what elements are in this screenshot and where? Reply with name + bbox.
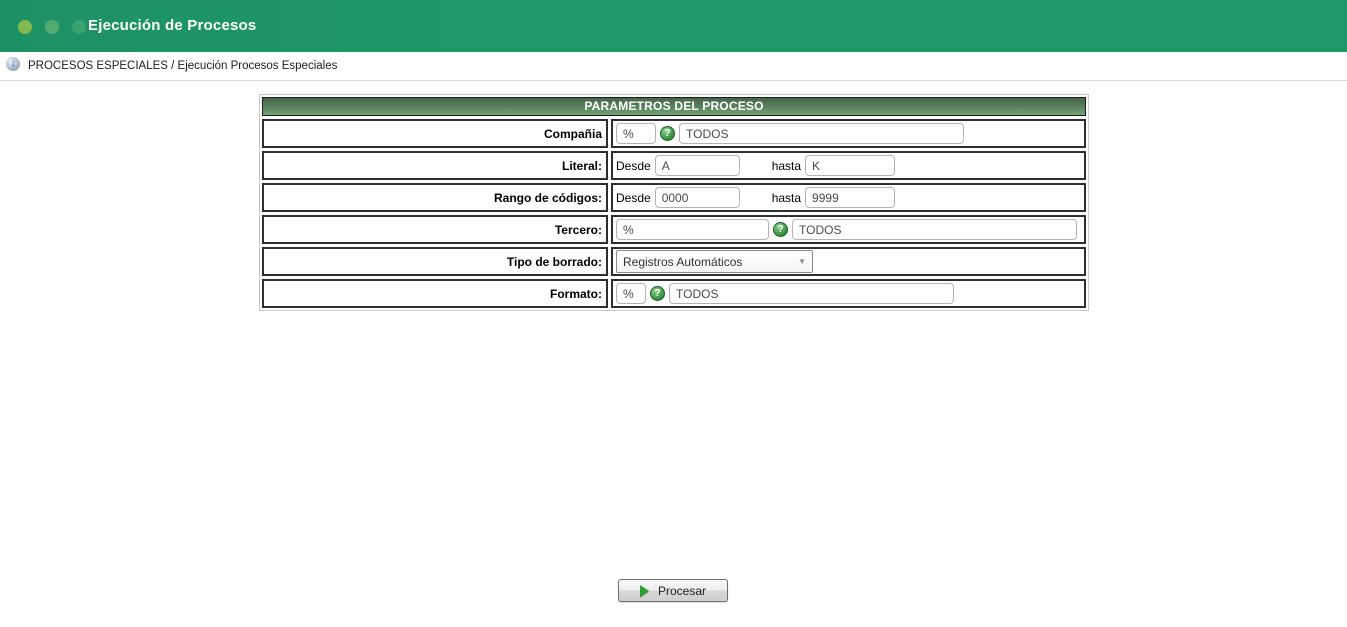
row-compania: Compañia ?: [262, 119, 1086, 148]
header-dot-3: [72, 20, 86, 34]
help-icon[interactable]: ?: [773, 222, 788, 237]
literal-value-cell: Desde hasta: [611, 151, 1086, 180]
rango-label: Rango de códigos:: [494, 190, 602, 205]
breadcrumb-bar: ↓ PROCESOS ESPECIALES / Ejecución Proces…: [0, 52, 1347, 81]
literal-hasta-input[interactable]: [805, 155, 896, 176]
tercero-desc-input[interactable]: [792, 219, 1077, 240]
rango-value-cell: Desde hasta: [611, 183, 1086, 212]
page-title: Ejecución de Procesos: [88, 17, 257, 34]
row-rango-codigos: Rango de códigos: Desde hasta: [262, 183, 1086, 212]
formato-label: Formato:: [550, 286, 602, 301]
tipo-borrado-label: Tipo de borrado:: [506, 254, 602, 269]
breadcrumb: PROCESOS ESPECIALES / Ejecución Procesos…: [28, 60, 338, 72]
rango-desde-label: Desde: [616, 190, 651, 205]
tercero-code-input[interactable]: [616, 219, 769, 240]
tipo-borrado-value-cell: Registros Automáticos ▼: [611, 247, 1086, 276]
compania-desc-input[interactable]: [679, 123, 964, 144]
literal-desde-input[interactable]: [654, 155, 740, 176]
parameters-panel: PARAMETROS DEL PROCESO Compañia ? Litera…: [259, 94, 1089, 311]
formato-label-cell: Formato:: [262, 279, 608, 308]
compania-label: Compañia: [543, 126, 602, 141]
row-tercero: Tercero: ?: [262, 215, 1086, 244]
literal-hasta-label: hasta: [771, 158, 802, 173]
row-literal: Literal: Desde hasta: [262, 151, 1086, 180]
app-header: Ejecución de Procesos: [0, 0, 1347, 52]
formato-desc-input[interactable]: [669, 283, 954, 304]
rango-hasta-input[interactable]: [805, 187, 896, 208]
procesar-button-label: Procesar: [657, 583, 707, 598]
procesar-button[interactable]: Procesar: [618, 579, 728, 602]
rango-hasta-label: hasta: [771, 190, 802, 205]
compania-label-cell: Compañia: [262, 119, 608, 148]
panel-title: PARAMETROS DEL PROCESO: [262, 97, 1086, 116]
tercero-label-cell: Tercero:: [262, 215, 608, 244]
formato-code-input[interactable]: [616, 283, 646, 304]
row-tipo-borrado: Tipo de borrado: Registros Automáticos ▼: [262, 247, 1086, 276]
tercero-value-cell: ?: [611, 215, 1086, 244]
compania-code-input[interactable]: [616, 123, 656, 144]
help-icon[interactable]: ?: [650, 286, 665, 301]
tipo-borrado-selected-value: Registros Automáticos: [623, 254, 743, 269]
literal-label-cell: Literal:: [262, 151, 608, 180]
header-dot-1: [18, 20, 32, 34]
header-dots: [18, 20, 86, 34]
play-icon: [639, 584, 649, 597]
rango-desde-input[interactable]: [654, 187, 740, 208]
rango-label-cell: Rango de códigos:: [262, 183, 608, 212]
row-formato: Formato: ?: [262, 279, 1086, 308]
literal-desde-label: Desde: [616, 158, 651, 173]
down-arrow-orb-icon[interactable]: ↓: [6, 57, 20, 71]
literal-label: Literal:: [561, 158, 602, 173]
help-icon[interactable]: ?: [660, 126, 675, 141]
tercero-label: Tercero:: [554, 222, 602, 237]
compania-value-cell: ?: [611, 119, 1086, 148]
chevron-down-icon: ▼: [798, 257, 806, 266]
tipo-borrado-label-cell: Tipo de borrado:: [262, 247, 608, 276]
header-dot-2: [45, 20, 59, 34]
formato-value-cell: ?: [611, 279, 1086, 308]
tipo-borrado-select[interactable]: Registros Automáticos ▼: [616, 250, 813, 273]
